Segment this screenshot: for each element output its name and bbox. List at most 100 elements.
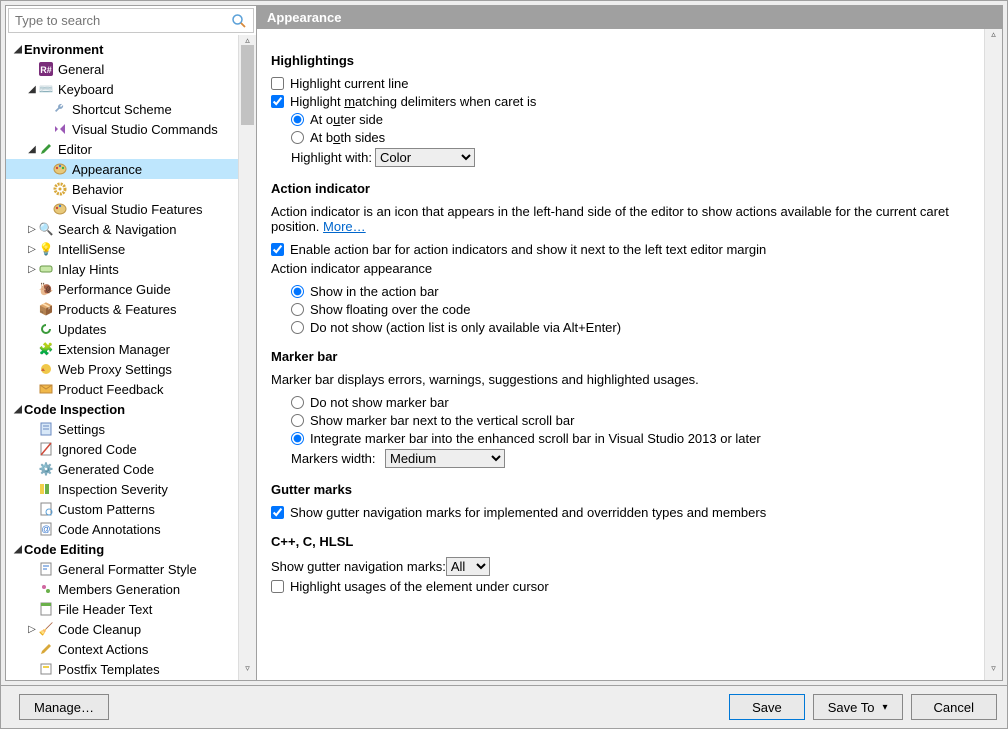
tree-keyboard[interactable]: ◢⌨️Keyboard	[6, 79, 256, 99]
section-cpp: C++, C, HLSL	[271, 534, 974, 549]
snail-icon: 🐌	[38, 281, 54, 297]
tree-label: Ignored Code	[58, 442, 137, 457]
highlight-current-line-checkbox[interactable]	[271, 77, 284, 90]
tree-appearance[interactable]: Appearance	[6, 159, 256, 179]
markers-width-label: Markers width:	[291, 451, 385, 466]
expand-icon[interactable]: ▷	[26, 264, 38, 275]
content-scrollbar[interactable]: ▵ ▿	[984, 29, 1002, 680]
tree-vs-features[interactable]: Visual Studio Features	[6, 199, 256, 219]
cpp-hl-usages-checkbox[interactable]	[271, 580, 284, 593]
highlight-with-select[interactable]: Color	[375, 148, 475, 167]
expand-icon[interactable]: ◢	[26, 144, 38, 155]
manage-button[interactable]: Manage…	[19, 694, 109, 720]
search-input[interactable]	[9, 9, 221, 32]
label: Show marker bar next to the vertical scr…	[310, 413, 574, 428]
label: Do not show (action list is only availab…	[310, 320, 621, 335]
pattern-icon	[38, 501, 54, 517]
context-icon	[38, 641, 54, 657]
template-icon	[38, 661, 54, 677]
tree-code-editing[interactable]: ◢Code Editing	[6, 539, 256, 559]
scroll-up-icon[interactable]: ▵	[985, 29, 1002, 46]
tree-ignored-code[interactable]: Ignored Code	[6, 439, 256, 459]
action-desc: Action indicator is an icon that appears…	[271, 204, 974, 234]
search-box[interactable]	[8, 8, 254, 33]
tree-ext-manager[interactable]: 🧩Extension Manager	[6, 339, 256, 359]
tree-generated-code[interactable]: ⚙️Generated Code	[6, 459, 256, 479]
label: Highlight current line	[290, 76, 409, 91]
marker-next-radio[interactable]	[291, 414, 304, 427]
marker-donot-radio[interactable]	[291, 396, 304, 409]
show-action-bar-radio[interactable]	[291, 285, 304, 298]
expand-icon[interactable]: ◢	[26, 84, 38, 95]
tree-updates[interactable]: Updates	[6, 319, 256, 339]
left-panel: ◢Environment R#General ◢⌨️Keyboard Short…	[6, 6, 257, 680]
gear-icon: ⚙️	[38, 461, 54, 477]
expand-icon[interactable]: ◢	[12, 544, 24, 555]
donot-show-radio[interactable]	[291, 321, 304, 334]
palette-icon	[52, 161, 68, 177]
caret-outer-radio[interactable]	[291, 113, 304, 126]
tree-severity[interactable]: Inspection Severity	[6, 479, 256, 499]
tree-environment[interactable]: ◢Environment	[6, 39, 256, 59]
expand-icon[interactable]: ▷	[26, 224, 38, 235]
enable-action-bar-checkbox[interactable]	[271, 243, 284, 256]
tree-formatter[interactable]: General Formatter Style	[6, 559, 256, 579]
expand-icon[interactable]: ▷	[26, 624, 38, 635]
tree-search-nav[interactable]: ▷🔍Search & Navigation	[6, 219, 256, 239]
expand-icon[interactable]: ▷	[26, 244, 38, 255]
tree-label: Code Inspection	[24, 402, 125, 417]
scroll-thumb[interactable]	[241, 45, 254, 125]
tree-products[interactable]: 📦Products & Features	[6, 299, 256, 319]
tree-label: Code Annotations	[58, 522, 161, 537]
keyboard-icon: ⌨️	[38, 81, 54, 97]
scroll-down-icon[interactable]: ▿	[985, 663, 1002, 680]
tree-feedback[interactable]: Product Feedback	[6, 379, 256, 399]
scroll-down-icon[interactable]: ▿	[239, 663, 256, 680]
save-button[interactable]: Save	[729, 694, 805, 720]
expand-icon[interactable]: ◢	[12, 44, 24, 55]
gutter-nav-checkbox[interactable]	[271, 506, 284, 519]
tree-performance[interactable]: 🐌Performance Guide	[6, 279, 256, 299]
save-to-button[interactable]: Save To	[813, 694, 903, 720]
tree-insp-settings[interactable]: Settings	[6, 419, 256, 439]
tree-intellisense[interactable]: ▷💡IntelliSense	[6, 239, 256, 259]
search-icon	[231, 13, 247, 29]
tree-label: Inlay Hints	[58, 262, 119, 277]
fileheader-icon	[38, 601, 54, 617]
section-gutter: Gutter marks	[271, 482, 974, 497]
search-icon: 🔍	[38, 221, 54, 237]
tree-cleanup[interactable]: ▷🧹Code Cleanup	[6, 619, 256, 639]
tree-general[interactable]: R#General	[6, 59, 256, 79]
nav-tree[interactable]: ◢Environment R#General ◢⌨️Keyboard Short…	[6, 35, 256, 680]
tree-file-header[interactable]: File Header Text	[6, 599, 256, 619]
caret-both-radio[interactable]	[291, 131, 304, 144]
svg-text:R#: R#	[40, 65, 52, 75]
tree-web-proxy[interactable]: Web Proxy Settings	[6, 359, 256, 379]
tree-code-inspection[interactable]: ◢Code Inspection	[6, 399, 256, 419]
more-link[interactable]: More…	[323, 219, 366, 234]
tree-label: Behavior	[72, 182, 123, 197]
resharper-icon: R#	[38, 61, 54, 77]
settings-icon	[38, 421, 54, 437]
tree-annotations[interactable]: @Code Annotations	[6, 519, 256, 539]
highlight-matching-checkbox[interactable]	[271, 95, 284, 108]
tree-patterns[interactable]: Custom Patterns	[6, 499, 256, 519]
tree-inlay-hints[interactable]: ▷ Inlay Hints	[6, 259, 256, 279]
cancel-button[interactable]: Cancel	[911, 694, 997, 720]
marker-integrate-radio[interactable]	[291, 432, 304, 445]
tree-vs-commands[interactable]: Visual Studio Commands	[6, 119, 256, 139]
expand-icon[interactable]: ◢	[12, 404, 24, 415]
tree-shortcut-scheme[interactable]: Shortcut Scheme	[6, 99, 256, 119]
section-action-indicator: Action indicator	[271, 181, 974, 196]
markers-width-select[interactable]: Medium	[385, 449, 505, 468]
tree-members[interactable]: Members Generation	[6, 579, 256, 599]
tree-scrollbar[interactable]: ▵ ▿	[238, 35, 256, 680]
tree-context-actions[interactable]: Context Actions	[6, 639, 256, 659]
tree-postfix[interactable]: Postfix Templates	[6, 659, 256, 679]
show-floating-radio[interactable]	[291, 303, 304, 316]
label: Show in the action bar	[310, 284, 439, 299]
tree-behavior[interactable]: Behavior	[6, 179, 256, 199]
options-window: ◢Environment R#General ◢⌨️Keyboard Short…	[0, 0, 1008, 729]
cpp-nav-select[interactable]: All	[446, 557, 490, 576]
tree-editor[interactable]: ◢Editor	[6, 139, 256, 159]
